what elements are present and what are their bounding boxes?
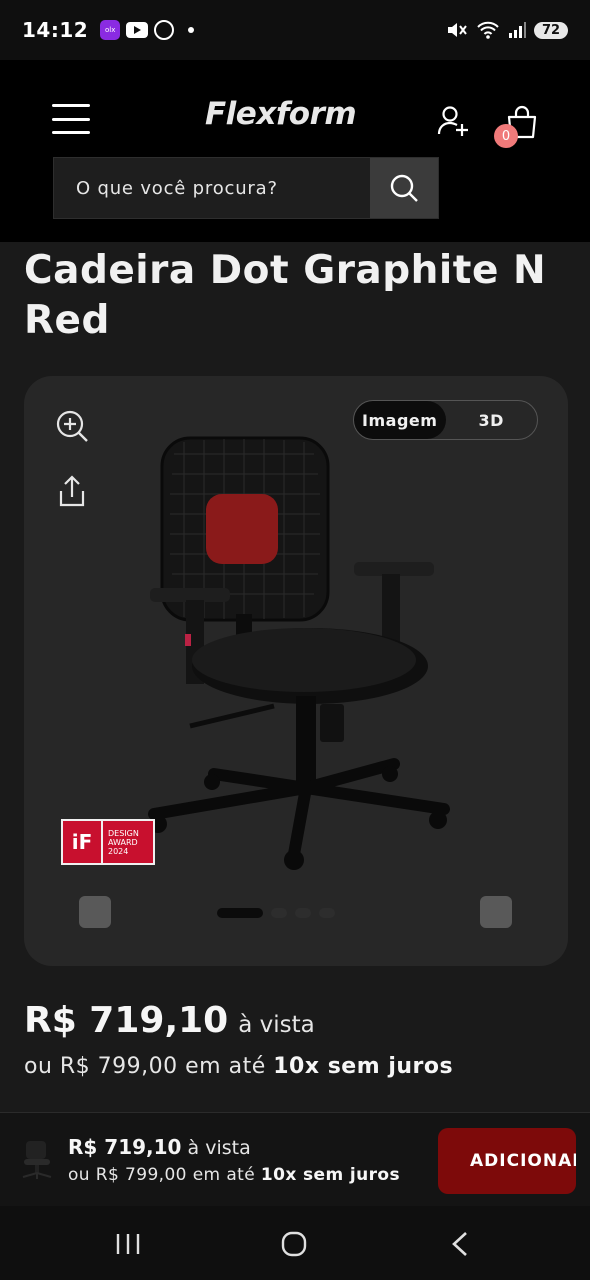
brand-logo[interactable]: Flexform bbox=[205, 96, 357, 132]
site-header: Flexform 0 bbox=[0, 60, 590, 242]
olx-icon: olx bbox=[100, 20, 121, 40]
price-installments: ou R$ 799,00 em até 10x sem juros bbox=[24, 1054, 453, 1079]
award-line: 2024 bbox=[108, 846, 129, 856]
share-icon[interactable] bbox=[56, 474, 88, 508]
award-line: AWARD bbox=[108, 837, 138, 847]
menu-button[interactable] bbox=[52, 104, 90, 134]
android-nav-bar bbox=[0, 1206, 590, 1280]
add-to-cart-button[interactable]: ADICIONAR bbox=[438, 1128, 576, 1194]
price-cash: R$ 719,10 à vista bbox=[24, 1000, 315, 1041]
status-time: 14:12 bbox=[22, 18, 89, 42]
recents-icon[interactable] bbox=[114, 1232, 142, 1256]
search-bar bbox=[53, 157, 439, 219]
product-gallery: Imagem 3D iF DESIGN AWARD 2024 bbox=[24, 376, 568, 966]
battery-level: 72 bbox=[534, 21, 568, 39]
product-thumbnail bbox=[22, 1141, 52, 1179]
sticky-price-value: R$ 719,10 bbox=[68, 1135, 182, 1159]
status-app-icons: olx bbox=[100, 20, 195, 40]
gallery-dot[interactable] bbox=[217, 908, 263, 918]
mute-icon bbox=[448, 23, 467, 37]
sticky-purchase-bar: R$ 719,10 à vista ou R$ 799,00 em até 10… bbox=[0, 1112, 590, 1206]
gallery-dot[interactable] bbox=[319, 908, 335, 918]
gallery-dot[interactable] bbox=[295, 908, 311, 918]
installments-prefix: ou R$ 799,00 em até bbox=[24, 1054, 266, 1079]
youtube-icon bbox=[126, 22, 149, 38]
back-icon[interactable] bbox=[448, 1230, 472, 1258]
search-button[interactable] bbox=[370, 158, 438, 218]
award-text: DESIGN AWARD 2024 bbox=[103, 829, 139, 856]
menu-line bbox=[52, 117, 90, 121]
add-account-icon[interactable] bbox=[436, 104, 470, 138]
product-image-chair[interactable] bbox=[144, 434, 464, 879]
price-suffix: à vista bbox=[238, 1012, 315, 1038]
award-line: DESIGN bbox=[108, 828, 139, 838]
installments-terms: 10x sem juros bbox=[273, 1054, 454, 1079]
signal-icon bbox=[509, 22, 526, 38]
search-icon bbox=[390, 174, 418, 202]
status-system-icons: 72 bbox=[446, 20, 568, 40]
menu-line bbox=[52, 131, 90, 134]
cart-count-badge: 0 bbox=[494, 124, 518, 148]
if-design-award-badge: iF DESIGN AWARD 2024 bbox=[61, 819, 155, 865]
sticky-installments-terms: 10x sem juros bbox=[260, 1165, 401, 1185]
price-value: R$ 719,10 bbox=[24, 1000, 229, 1041]
gallery-dot[interactable] bbox=[271, 908, 287, 918]
menu-line bbox=[52, 104, 90, 107]
sticky-installments-prefix: ou R$ 799,00 em até bbox=[68, 1165, 256, 1185]
gallery-prev-button[interactable] bbox=[79, 896, 111, 928]
if-logo: iF bbox=[63, 821, 103, 863]
zoom-in-icon[interactable] bbox=[54, 408, 90, 444]
home-icon[interactable] bbox=[280, 1230, 308, 1258]
sticky-price: R$ 719,10 à vista bbox=[68, 1135, 251, 1159]
status-bar: 14:12 olx 72 bbox=[0, 0, 590, 60]
notification-dot-icon bbox=[188, 27, 195, 33]
gallery-next-button[interactable] bbox=[480, 896, 512, 928]
sticky-installments: ou R$ 799,00 em até 10x sem juros bbox=[68, 1165, 400, 1185]
wifi-icon bbox=[477, 21, 499, 39]
sticky-price-suffix: à vista bbox=[187, 1137, 251, 1159]
product-title: Cadeira Dot Graphite N Red bbox=[24, 248, 547, 343]
whatsapp-icon bbox=[154, 20, 175, 40]
search-input[interactable] bbox=[54, 158, 370, 218]
gallery-dots bbox=[217, 908, 335, 918]
